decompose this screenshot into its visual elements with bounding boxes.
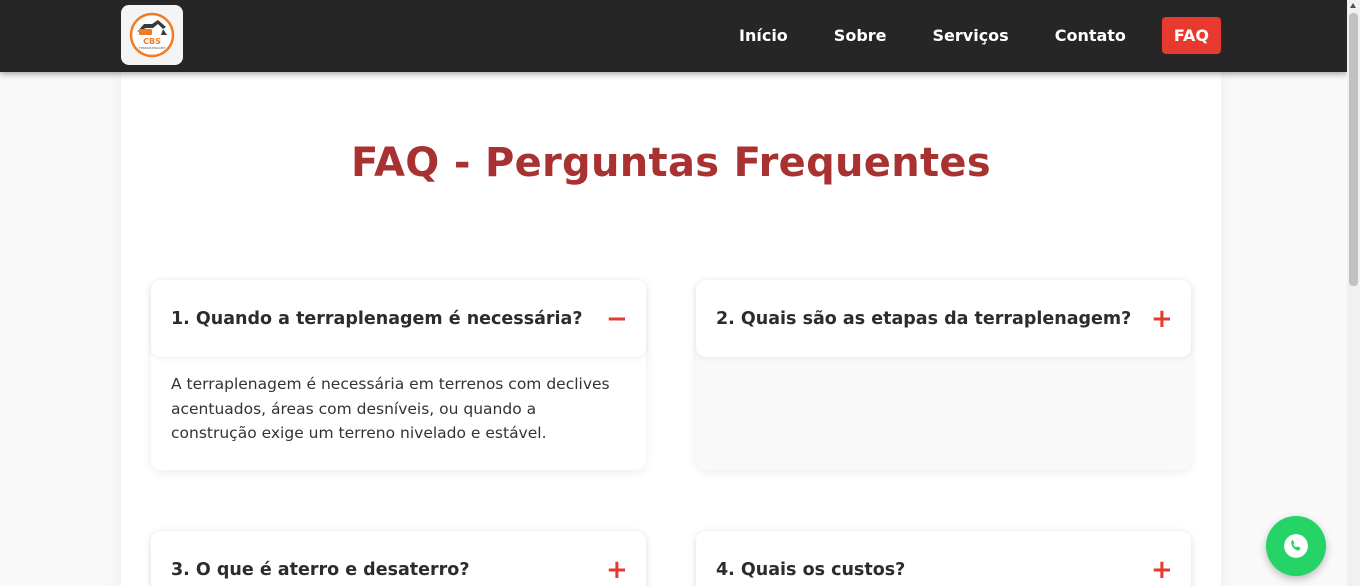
logo-text: CBS: [143, 37, 161, 46]
main-nav: Início Sobre Serviços Contato FAQ: [693, 17, 1221, 54]
scroll-up-arrow-icon[interactable]: [1350, 3, 1356, 8]
faq-question-text: 3. O que é aterro e desaterro?: [171, 559, 470, 580]
faq-question-text: 2. Quais são as etapas da terraplenagem?: [716, 308, 1132, 329]
faq-question-3[interactable]: 3. O que é aterro e desaterro? +: [151, 531, 646, 586]
faq-item-3: 3. O que é aterro e desaterro? +: [151, 531, 646, 586]
faq-question-text: 4. Quais os custos?: [716, 559, 906, 580]
faq-question-1[interactable]: 1. Quando a terraplenagem é necessária? …: [151, 280, 646, 357]
faq-question-4[interactable]: 4. Quais os custos? +: [696, 531, 1191, 586]
faq-item-1: 1. Quando a terraplenagem é necessária? …: [151, 280, 646, 470]
page-title: FAQ - Perguntas Frequentes: [351, 140, 991, 186]
nav-link-servicos[interactable]: Serviços: [933, 17, 1009, 54]
faq-question-2[interactable]: 2. Quais são as etapas da terraplenagem?…: [696, 280, 1191, 357]
top-navbar: CBS TERRAPLENAGEM Início Sobre Serviços …: [0, 0, 1347, 72]
scrollbar-thumb[interactable]: [1349, 13, 1358, 286]
faq-answer-1: A terraplenagem é necessária em terrenos…: [171, 375, 610, 442]
nav-link-contato[interactable]: Contato: [1055, 17, 1126, 54]
excavator-logo-icon: CBS TERRAPLENAGEM: [129, 12, 175, 58]
plus-icon[interactable]: +: [1151, 306, 1173, 332]
faq-question-text: 1. Quando a terraplenagem é necessária?: [171, 308, 583, 329]
faq-section: FAQ - Perguntas Frequentes 1. Quando a t…: [121, 72, 1221, 586]
logo[interactable]: CBS TERRAPLENAGEM: [121, 5, 183, 65]
plus-icon[interactable]: +: [606, 557, 628, 583]
logo-subtext: TERRAPLENAGEM: [138, 46, 166, 50]
faq-item-2: 2. Quais são as etapas da terraplenagem?…: [696, 280, 1191, 470]
whatsapp-phone-icon: [1284, 534, 1308, 558]
minus-icon[interactable]: −: [606, 306, 628, 332]
nav-link-sobre[interactable]: Sobre: [834, 17, 887, 54]
faq-item-4: 4. Quais os custos? +: [696, 531, 1191, 586]
scrollbar[interactable]: [1347, 0, 1360, 586]
nav-link-inicio[interactable]: Início: [739, 17, 788, 54]
whatsapp-button[interactable]: [1266, 516, 1326, 576]
nav-link-faq[interactable]: FAQ: [1161, 17, 1221, 54]
plus-icon[interactable]: +: [1151, 557, 1173, 583]
